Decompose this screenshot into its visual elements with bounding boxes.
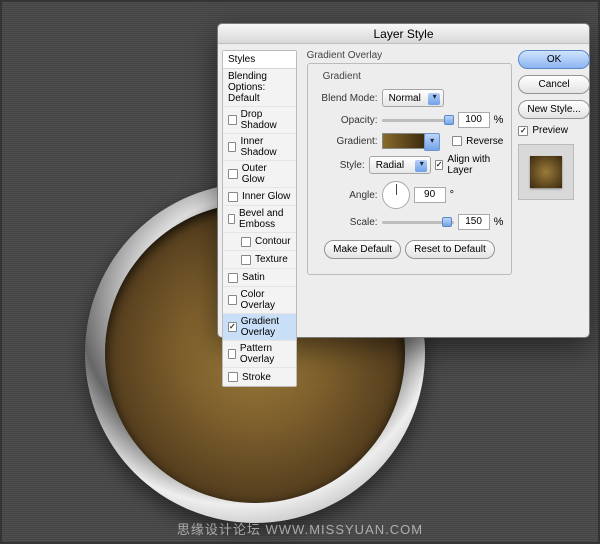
gradient-fieldset: Gradient Blend Mode: Normal Opacity: 100… (307, 63, 513, 275)
watermark-text: 思缘设计论坛 WWW.MISSYUAN.COM (0, 519, 600, 538)
style-row-texture[interactable]: Texture (223, 251, 296, 269)
style-row-drop-shadow[interactable]: Drop Shadow (223, 107, 296, 134)
gradient-picker[interactable] (382, 133, 427, 149)
section-title: Gradient Overlay (307, 50, 513, 61)
angle-dial[interactable] (382, 181, 410, 209)
reverse-checkbox[interactable] (452, 136, 462, 146)
gradient-label: Gradient: (316, 136, 378, 147)
angle-value[interactable]: 90 (414, 187, 446, 203)
style-label: Inner Shadow (240, 136, 290, 158)
style-checkbox[interactable] (241, 237, 251, 247)
style-label: Pattern Overlay (240, 343, 291, 365)
opacity-unit: % (494, 114, 504, 126)
opacity-label: Opacity: (316, 115, 378, 126)
style-label: Gradient Overlay (241, 316, 291, 338)
style-label: Style: (316, 160, 365, 171)
style-checkbox[interactable] (241, 255, 251, 265)
scale-value[interactable]: 150 (458, 214, 490, 230)
style-row-color-overlay[interactable]: Color Overlay (223, 287, 296, 314)
style-label: Drop Shadow (241, 109, 291, 131)
style-checkbox[interactable] (228, 214, 235, 224)
dialog-title: Layer Style (218, 24, 589, 44)
style-select[interactable]: Radial (369, 156, 431, 174)
style-label: Outer Glow (242, 163, 291, 185)
style-checkbox[interactable] (228, 273, 238, 283)
reset-default-button[interactable]: Reset to Default (405, 240, 495, 259)
fieldset-legend: Gradient (320, 71, 364, 82)
preview-swatch-frame (518, 144, 574, 200)
style-label: Inner Glow (242, 191, 290, 202)
style-row-satin[interactable]: Satin (223, 269, 296, 287)
preview-label: Preview (532, 125, 568, 136)
scale-slider[interactable] (382, 216, 454, 228)
blending-options-label: Blending Options: Default (228, 71, 291, 104)
style-label: Contour (255, 236, 291, 247)
style-checkbox[interactable] (228, 349, 236, 359)
scale-unit: % (494, 216, 504, 228)
style-checkbox[interactable] (228, 115, 237, 125)
style-label: Stroke (242, 372, 271, 383)
styles-header[interactable]: Styles (223, 51, 296, 69)
style-label: Bevel and Emboss (239, 208, 291, 230)
align-label: Align with Layer (447, 154, 503, 176)
angle-label: Angle: (316, 190, 378, 201)
options-column: Gradient Overlay Gradient Blend Mode: No… (301, 44, 519, 337)
style-row-inner-glow[interactable]: Inner Glow (223, 188, 296, 206)
new-style-button[interactable]: New Style... (518, 100, 589, 119)
style-row-contour[interactable]: Contour (223, 233, 296, 251)
style-checkbox[interactable] (228, 192, 238, 202)
scale-label: Scale: (316, 217, 378, 228)
align-checkbox[interactable] (435, 160, 444, 170)
make-default-button[interactable]: Make Default (324, 240, 401, 259)
preview-checkbox[interactable] (518, 126, 528, 136)
reverse-label: Reverse (466, 136, 503, 147)
styles-column: Styles Blending Options: Default Drop Sh… (218, 44, 301, 337)
ok-button[interactable]: OK (518, 50, 589, 69)
blend-mode-select[interactable]: Normal (382, 89, 444, 107)
style-checkbox[interactable] (228, 295, 237, 305)
style-row-inner-shadow[interactable]: Inner Shadow (223, 134, 296, 161)
preview-swatch (530, 156, 562, 188)
style-checkbox[interactable] (228, 372, 238, 382)
style-checkbox[interactable] (228, 142, 236, 152)
angle-unit: ° (450, 189, 454, 201)
style-row-stroke[interactable]: Stroke (223, 368, 296, 386)
layer-style-dialog: Layer Style Styles Blending Options: Def… (217, 23, 590, 338)
style-checkbox[interactable] (228, 169, 238, 179)
style-label: Texture (255, 254, 288, 265)
style-row-bevel-and-emboss[interactable]: Bevel and Emboss (223, 206, 296, 233)
blending-options-row[interactable]: Blending Options: Default (223, 69, 296, 107)
style-row-gradient-overlay[interactable]: Gradient Overlay (223, 314, 296, 341)
opacity-value[interactable]: 100 (458, 112, 490, 128)
buttons-column: OK Cancel New Style... Preview (518, 44, 593, 337)
opacity-slider[interactable] (382, 114, 454, 126)
style-label: Color Overlay (241, 289, 291, 311)
style-row-outer-glow[interactable]: Outer Glow (223, 161, 296, 188)
style-label: Satin (242, 272, 265, 283)
style-row-pattern-overlay[interactable]: Pattern Overlay (223, 341, 296, 368)
style-checkbox[interactable] (228, 322, 237, 332)
blend-mode-label: Blend Mode: (316, 93, 378, 104)
cancel-button[interactable]: Cancel (518, 75, 589, 94)
